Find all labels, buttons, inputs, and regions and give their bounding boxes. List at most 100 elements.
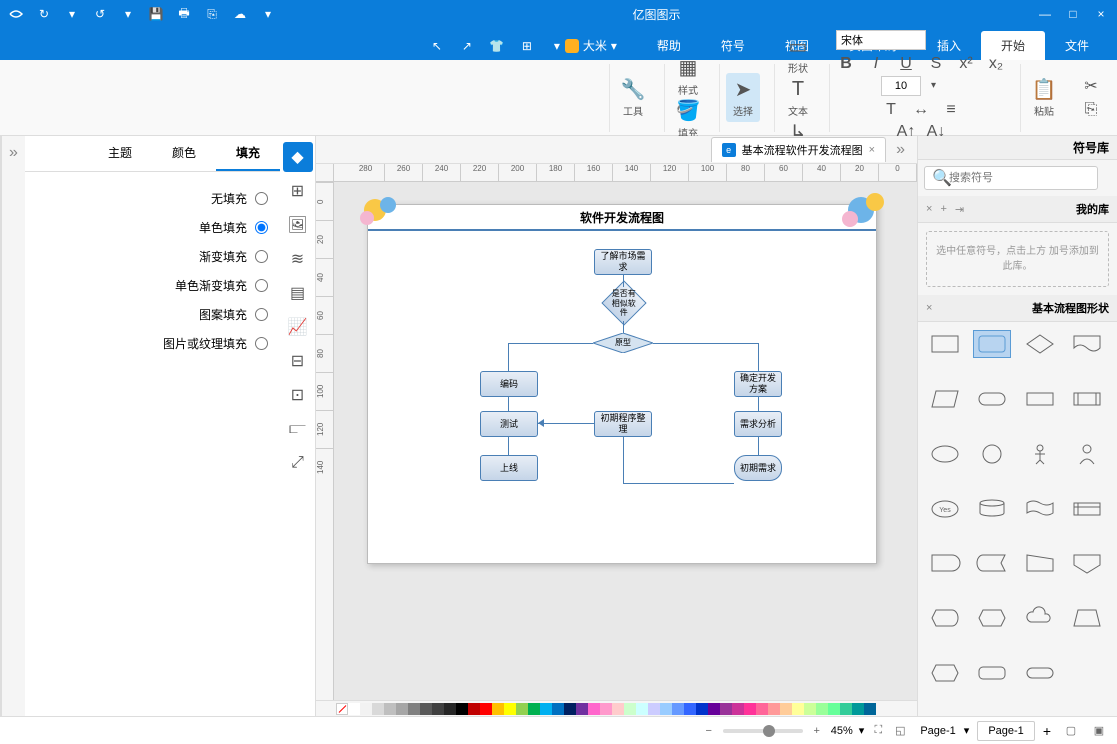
tab-file[interactable]: 文件 [1045,31,1109,60]
flow-node[interactable]: 初期需求 [734,455,782,481]
tabs-menu-icon[interactable]: » [890,141,911,159]
table-tool[interactable]: ⊟ [283,346,313,376]
shape-rounded2[interactable] [973,659,1011,687]
fit-icon[interactable]: ◱ [892,723,908,739]
color-swatch[interactable] [456,703,468,715]
color-swatch[interactable] [492,703,504,715]
shape-ellipse[interactable] [926,440,964,468]
close-icon[interactable]: × [926,203,932,216]
color-swatch[interactable] [828,703,840,715]
color-swatch[interactable] [660,703,672,715]
shape-document[interactable] [1068,330,1106,358]
org-tool[interactable]: ⊡ [283,380,313,410]
style-button[interactable]: ▦ 样式 [671,56,705,97]
tshirt-icon[interactable]: 👕 [489,38,505,54]
image-tool[interactable]: 🖼 [283,210,313,240]
fill-option[interactable]: 无填充 [37,184,268,213]
shape-pill[interactable] [973,385,1011,413]
color-swatch[interactable] [792,703,804,715]
grid-tool[interactable]: ⊞ [283,176,313,206]
tools-button[interactable]: 🔧 工具 [616,77,650,118]
dropdown-icon[interactable]: ▾ [260,6,276,22]
shape-rect2[interactable] [1021,385,1059,413]
close-icon[interactable]: × [926,302,932,314]
color-swatch[interactable] [840,703,852,715]
color-swatch[interactable] [552,703,564,715]
fill-option[interactable]: 单色填充 [37,213,268,242]
add-page-icon[interactable]: + [1043,723,1051,739]
flow-node-decision[interactable]: 原型 [593,333,653,353]
shape-diamond[interactable] [1021,330,1059,358]
color-swatch[interactable] [444,703,456,715]
color-swatch[interactable] [780,703,792,715]
shape-lib-tool[interactable]: ◆ [283,142,313,172]
shape-subprocess[interactable] [1068,385,1106,413]
font-size-input[interactable] [881,76,921,96]
italic-icon[interactable]: I [866,54,886,74]
line-height-icon[interactable]: ≡ [941,100,961,120]
undo-icon[interactable]: ↺ [92,6,108,22]
shape-tape[interactable] [1021,495,1059,523]
bold-icon[interactable]: B [836,54,856,74]
page-current-tab[interactable]: Page-1 [977,721,1034,741]
shape-rounded-rect[interactable] [973,330,1011,358]
chevron-down-icon[interactable]: ▾ [964,724,970,737]
letter-spacing-icon[interactable]: ↔ [911,100,931,120]
color-swatch[interactable] [708,703,720,715]
color-swatch[interactable] [696,703,708,715]
shape-delay[interactable] [926,549,964,577]
drawing-page[interactable]: 软件开发流程图 了解市场需求 是否有相似软件 原型 确定开发方案 编码 需求分析… [367,204,877,564]
shape-person[interactable] [1021,440,1059,468]
share-icon[interactable]: ↗ [459,38,475,54]
page-list-label[interactable]: Page-1 [920,725,955,737]
color-swatch[interactable] [468,703,480,715]
strikethrough-icon[interactable]: S [926,54,946,74]
flow-node[interactable]: 了解市场需求 [594,249,652,275]
dropdown-icon[interactable]: ▾ [64,6,80,22]
no-fill-swatch[interactable] [336,703,348,715]
export-icon[interactable]: ⎘ [204,6,220,22]
flow-node[interactable]: 确定开发方案 [734,371,782,397]
zoom-out-icon[interactable]: + [809,723,825,739]
color-swatch[interactable] [360,703,372,715]
color-swatch[interactable] [528,703,540,715]
close-tab-icon[interactable]: × [869,144,875,156]
shape-cylinder[interactable] [973,495,1011,523]
chart-tool[interactable]: 📈 [283,312,313,342]
clear-format-icon[interactable]: T [881,100,901,120]
collapse-panel-icon[interactable]: » [1,136,25,716]
layer-tool[interactable]: ≋ [283,244,313,274]
color-swatch[interactable] [612,703,624,715]
shapes-header[interactable]: × 基本流程图形状 [918,295,1117,322]
close-icon[interactable]: × [1093,6,1109,22]
color-swatch[interactable] [852,703,864,715]
color-swatch[interactable] [624,703,636,715]
color-swatch[interactable] [804,703,816,715]
color-swatch[interactable] [504,703,516,715]
flow-node[interactable]: 测试 [480,411,538,437]
pointer-icon[interactable]: ↖ [429,38,445,54]
fill-button[interactable]: 🪣 填充 [671,99,705,140]
select-button[interactable]: ➤ 选择 [726,73,760,122]
shape-loop[interactable] [973,604,1011,632]
props-tab-theme[interactable]: 主题 [88,136,152,171]
grid-icon[interactable]: ⊞ [519,38,535,54]
page-view-icon[interactable]: ▣ [1091,723,1107,739]
shape-pill2[interactable] [1021,659,1059,687]
shape-button[interactable]: ▭ 形状 [781,34,815,75]
color-swatch[interactable] [372,703,384,715]
props-tab-color[interactable]: 颜色 [152,136,216,171]
text-button[interactable]: T 文本 [781,77,815,118]
chevron-down-icon[interactable]: ▾ [859,724,865,737]
fullscreen-icon[interactable]: ⛶ [870,723,886,739]
shape-manual[interactable] [1021,549,1059,577]
color-swatch[interactable] [348,703,360,715]
flow-node[interactable]: 上线 [480,455,538,481]
chevron-down-icon[interactable]: ▾ [931,80,936,91]
color-swatch[interactable] [732,703,744,715]
color-swatch[interactable] [864,703,876,715]
color-swatch[interactable] [648,703,660,715]
flow-node-decision[interactable]: 是否有相似软件 [601,280,646,325]
page-fit-icon[interactable]: ▢ [1063,723,1079,739]
expand-tool[interactable]: ⤢ [283,448,313,478]
